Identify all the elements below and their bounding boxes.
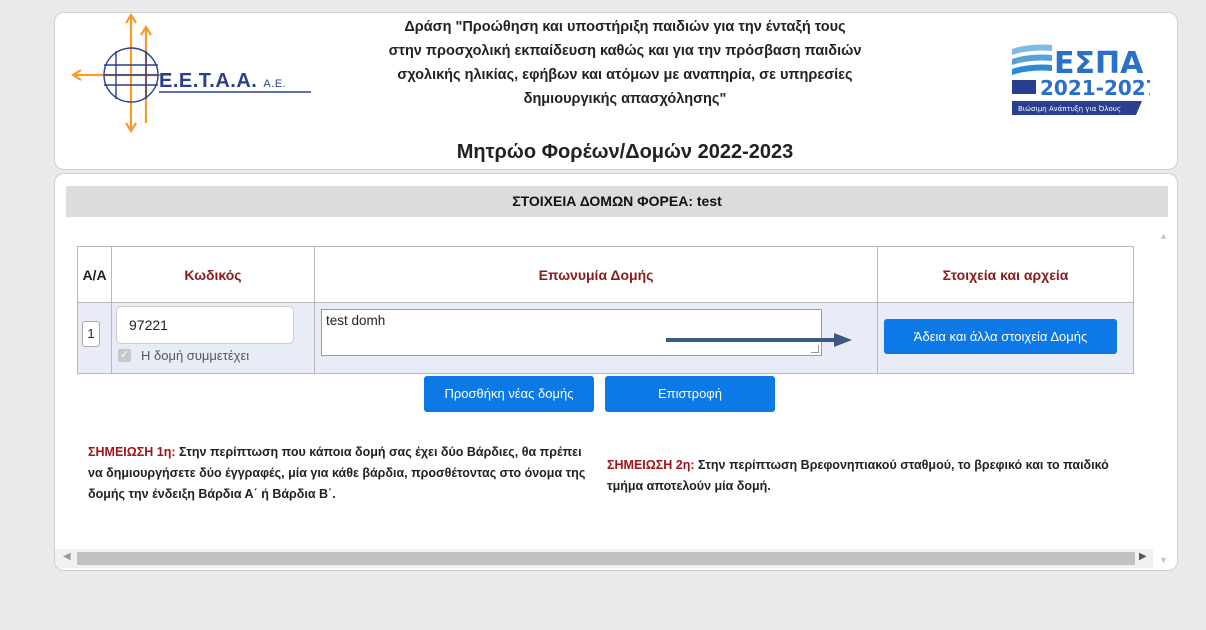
structures-table: Α/Α Κωδικός Επωνυμία Δομής Στοιχεία και …: [77, 246, 1134, 374]
title-line: Δράση "Προώθηση και υποστήριξη παιδιών γ…: [404, 19, 846, 35]
cell-code: 97221 ✓ Η δομή συμμετέχει: [111, 302, 315, 374]
header-code: Κωδικός: [111, 246, 315, 303]
note-2: ΣΗΜΕΙΩΣΗ 2η: Στην περίπτωση Βρεφονηπιακο…: [607, 455, 1127, 497]
note-1-label: ΣΗΜΕΙΩΣΗ 1η:: [88, 445, 176, 459]
header-aa: Α/Α: [77, 246, 112, 303]
vertical-scrollbar[interactable]: ▲ ▼: [1153, 229, 1171, 565]
main-card: ΣΤΟΙΧΕΙΑ ΔΟΜΩΝ ΦΟΡΕΑ: test Α/Α Κωδικός Ε…: [54, 173, 1178, 571]
scroll-right-icon[interactable]: ▶: [1139, 551, 1147, 562]
table-row: 1 97221 ✓ Η δομή συμμετέχει test domh Άδ…: [77, 302, 1134, 374]
cell-docs: Άδεια και άλλα στοιχεία Δομής: [877, 302, 1134, 374]
structure-name-value: test domh: [326, 313, 386, 328]
header-card: E.E.T.A.A. A.E. Δράση "Προώθηση και υποσ…: [54, 12, 1178, 170]
row-number: 1: [82, 321, 100, 347]
scroll-down-icon[interactable]: ▼: [1159, 555, 1168, 565]
cell-aa: 1: [77, 302, 112, 374]
add-structure-button[interactable]: Προσθήκη νέας δομής: [424, 376, 594, 412]
section-title: ΣΤΟΙΧΕΙΑ ΔΟΜΩΝ ΦΟΡΕΑ: test: [66, 186, 1168, 217]
horizontal-scroll-thumb[interactable]: [77, 552, 1135, 565]
note-2-label: ΣΗΜΕΙΩΣΗ 2η:: [607, 458, 695, 472]
espa-years: 2021-2027: [1040, 76, 1150, 100]
title-line: δημιουργικής απασχόλησης": [523, 91, 727, 107]
participates-checkbox[interactable]: ✓: [118, 349, 131, 362]
page-title: Μητρώο Φορέων/Δομών 2022-2023: [456, 141, 794, 163]
code-input[interactable]: 97221: [116, 306, 294, 344]
scroll-left-icon[interactable]: ◀: [63, 551, 71, 562]
title-line: στην προσχολική εκπαίδευση καθώς και για…: [388, 43, 862, 59]
note-1: ΣΗΜΕΙΩΣΗ 1η: Στην περίπτωση που κάποια δ…: [88, 442, 588, 505]
back-button[interactable]: Επιστροφή: [605, 376, 775, 412]
arrow-right-icon: [666, 333, 852, 347]
header-name: Επωνυμία Δομής: [314, 246, 878, 303]
title-line: σχολικής ηλικίας, εφήβων και ατόμων με α…: [397, 67, 853, 83]
header-docs: Στοιχεία και αρχεία: [877, 246, 1134, 303]
horizontal-scrollbar[interactable]: ◀ ▶: [55, 549, 1153, 568]
org-name: E.E.T.A.A. A.E.: [159, 70, 287, 92]
participates-label: Η δομή συμμετέχει: [141, 348, 250, 363]
action-title: Δράση "Προώθηση και υποστήριξη παιδιών γ…: [325, 15, 925, 111]
scroll-up-icon[interactable]: ▲: [1159, 231, 1168, 241]
table-header-row: Α/Α Κωδικός Επωνυμία Δομής Στοιχεία και …: [77, 246, 1134, 303]
espa-tagline: Βιώσιμη Ανάπτυξη για Όλους: [1018, 105, 1121, 113]
participates-row: ✓ Η δομή συμμετέχει: [118, 348, 314, 363]
structure-docs-button[interactable]: Άδεια και άλλα στοιχεία Δομής: [884, 319, 1117, 354]
espa-logo: ΕΣΠΑ 2021-2027 Βιώσιμη Ανάπτυξη για Όλου…: [1012, 44, 1150, 115]
